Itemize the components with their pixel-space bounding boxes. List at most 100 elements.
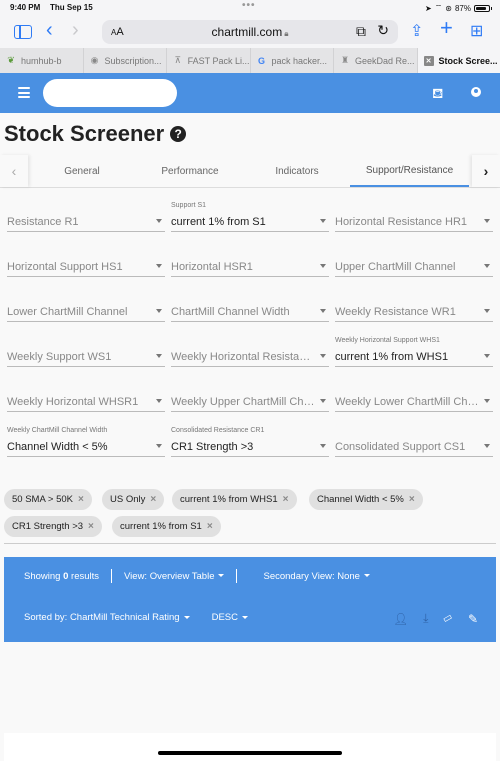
location-icon: ➤ xyxy=(425,3,432,13)
status-date: Thu Sep 15 xyxy=(50,3,93,12)
filter-select[interactable]: ChartMill Channel Width xyxy=(171,288,329,322)
secondary-view-dropdown[interactable]: Secondary View: None xyxy=(263,571,370,582)
browser-tab[interactable]: Gpack hacker... xyxy=(251,48,334,73)
caret-down-icon xyxy=(156,354,162,358)
reload-icon[interactable]: ↻ xyxy=(377,22,389,39)
sidebar-toggle-icon[interactable] xyxy=(14,25,32,39)
browser-tab-label: humhub-b xyxy=(21,55,62,66)
sort-by-dropdown[interactable]: Sorted by: ChartMill Technical Rating xyxy=(24,612,190,623)
filter-select[interactable]: Weekly Horizontal Support WHS1 current 1%… xyxy=(335,333,493,367)
orientation-lock-icon: ⊛ xyxy=(445,3,452,13)
filter-select[interactable]: Weekly Upper ChartMill Channel xyxy=(171,378,329,412)
filter-select[interactable]: Support S1 current 1% from S1 xyxy=(171,198,329,232)
remove-chip-icon[interactable]: × xyxy=(207,521,213,532)
filter-select[interactable]: Weekly Horizontal WHSR1 xyxy=(7,378,165,412)
browser-tab[interactable]: ❦ humhub-b xyxy=(0,48,84,73)
filter-select-value: current 1% from S1 xyxy=(171,216,266,228)
download-icon[interactable]: ⤓ xyxy=(423,611,428,626)
filter-chip: current 1% from S1 × xyxy=(112,516,221,537)
user-account-icon[interactable] xyxy=(471,87,481,97)
forward-icon[interactable]: › xyxy=(72,20,79,40)
ruler-icon[interactable]: ▭ xyxy=(441,611,455,625)
caret-down-icon xyxy=(320,264,326,268)
caret-down-icon xyxy=(156,219,162,223)
back-icon[interactable]: ‹ xyxy=(46,20,53,40)
filter-select[interactable]: Horizontal Support HS1 xyxy=(7,243,165,277)
wifi-icon: ⌔ xyxy=(434,3,443,12)
caret-down-icon xyxy=(484,354,490,358)
battery-percent: 87% xyxy=(454,3,471,13)
browser-tab[interactable]: ◉ Subscription... xyxy=(84,48,167,73)
pencil-icon[interactable]: ✎ xyxy=(468,612,478,626)
new-tab-icon[interactable]: + xyxy=(440,17,453,39)
status-indicators: ➤ ⌔ ⊛ 87% xyxy=(425,3,492,13)
remove-chip-icon[interactable]: × xyxy=(283,494,289,505)
browser-tab-label: FAST Pack Li... xyxy=(187,55,250,66)
caret-down-icon xyxy=(484,399,490,403)
remove-chip-icon[interactable]: × xyxy=(78,494,84,505)
filter-select-label: Support S1 xyxy=(171,202,207,209)
page-title: Stock Screener ? xyxy=(4,121,187,147)
browser-tab-active[interactable]: ✕ Stock Scree... xyxy=(417,48,500,73)
tab-general[interactable]: General xyxy=(28,155,136,187)
pdf-icon: ⊼ xyxy=(174,55,182,65)
caret-down-icon xyxy=(156,264,162,268)
tabs-scroll-right-icon[interactable]: › xyxy=(472,155,500,187)
filter-select[interactable]: Consolidated Resistance CR1 CR1 Strength … xyxy=(171,423,329,457)
remove-chip-icon[interactable]: × xyxy=(88,521,94,532)
showing-suffix: results xyxy=(71,570,100,582)
share-icon[interactable]: ⇪ xyxy=(410,22,423,42)
filter-select[interactable]: Horizontal Resistance HR1 xyxy=(335,198,493,232)
filter-select-label: Weekly Horizontal Support WHS1 xyxy=(335,337,440,344)
view-dropdown[interactable]: View: Overview Table xyxy=(124,571,225,582)
status-bar: 9:40 PM Thu Sep 15 ••• ➤ ⌔ ⊛ 87% xyxy=(0,0,500,16)
active-filter-chips: 50 SMA > 50K × US Only × current 1% from WHS… xyxy=(4,489,496,544)
caret-down-icon xyxy=(484,444,490,448)
tab-performance[interactable]: Performance xyxy=(136,155,244,187)
filter-select[interactable]: Upper ChartMill Channel xyxy=(335,243,493,277)
filter-select[interactable]: Weekly Support WS1 xyxy=(7,333,165,367)
remove-chip-icon[interactable]: × xyxy=(150,494,156,505)
results-bar: Showing 0 results View: Overview Table S… xyxy=(4,557,496,642)
filter-select[interactable]: Consolidated Support CS1 xyxy=(335,423,493,457)
multitasking-dots[interactable]: ••• xyxy=(242,0,256,11)
home-indicator[interactable] xyxy=(158,751,342,755)
filter-select[interactable]: Weekly Resistance WR1 xyxy=(335,288,493,322)
status-time: 9:40 PM xyxy=(10,3,41,12)
browser-tab[interactable]: ⊼ FAST Pack Li... xyxy=(167,48,251,73)
divider xyxy=(111,569,113,583)
close-tab-icon[interactable]: ✕ xyxy=(423,55,434,66)
remove-chip-icon[interactable]: × xyxy=(409,494,415,505)
address-bar[interactable]: AA chartmill.com 🔒︎ ⧉ ↻ xyxy=(102,20,398,44)
filter-chip-label: Channel Width < 5% xyxy=(317,494,404,505)
filter-select[interactable]: Weekly ChartMill Channel Width Channel Wi… xyxy=(7,423,165,457)
extension-icon[interactable]: ⧉ xyxy=(356,23,366,40)
filter-select-value: Weekly Horizontal Resistance WHR1 xyxy=(171,351,316,363)
tab-overview-icon[interactable]: ⊞ xyxy=(470,22,483,42)
geekdad-icon: ♜ xyxy=(340,55,350,65)
filter-select[interactable]: Resistance R1 xyxy=(7,198,165,232)
menu-icon[interactable] xyxy=(18,87,30,98)
tab-support-resistance[interactable]: Support/Resistance xyxy=(350,155,469,187)
add-user-icon[interactable]: 👤︎ xyxy=(393,612,408,626)
filter-select-value: Horizontal Support HS1 xyxy=(7,261,123,273)
search-input[interactable] xyxy=(43,79,177,107)
filter-select[interactable]: Lower ChartMill Channel xyxy=(7,288,165,322)
help-icon[interactable]: ? xyxy=(170,126,187,142)
filter-select[interactable]: Weekly Horizontal Resistance WHR1 xyxy=(171,333,329,367)
browser-tab[interactable]: ♜ GeekDad Re... xyxy=(334,48,418,73)
filter-select[interactable]: Weekly Lower ChartMill Channel xyxy=(335,378,493,412)
sort-order-dropdown[interactable]: DESC xyxy=(212,612,248,623)
browser-tab-label: Stock Scree... xyxy=(438,55,498,66)
results-actions: 👤︎ ⤓ ▭ ✎ xyxy=(393,611,478,626)
filter-select-value: current 1% from WHS1 xyxy=(335,351,449,363)
tabs-scroll-left-icon[interactable]: ‹ xyxy=(0,155,28,187)
filter-tabs: ‹ General Performance Indicators Support… xyxy=(0,155,500,188)
tab-indicators[interactable]: Indicators xyxy=(243,155,351,187)
lock-icon: 🔒︎ xyxy=(284,29,289,38)
filter-select-value: Horizontal HSR1 xyxy=(171,261,253,273)
browser-tab-label: pack hacker... xyxy=(271,55,328,66)
url-text[interactable]: chartmill.com 🔒︎ xyxy=(102,25,398,39)
paint-bucket-icon[interactable]: ⛾ xyxy=(432,85,443,104)
filter-select[interactable]: Horizontal HSR1 xyxy=(171,243,329,277)
